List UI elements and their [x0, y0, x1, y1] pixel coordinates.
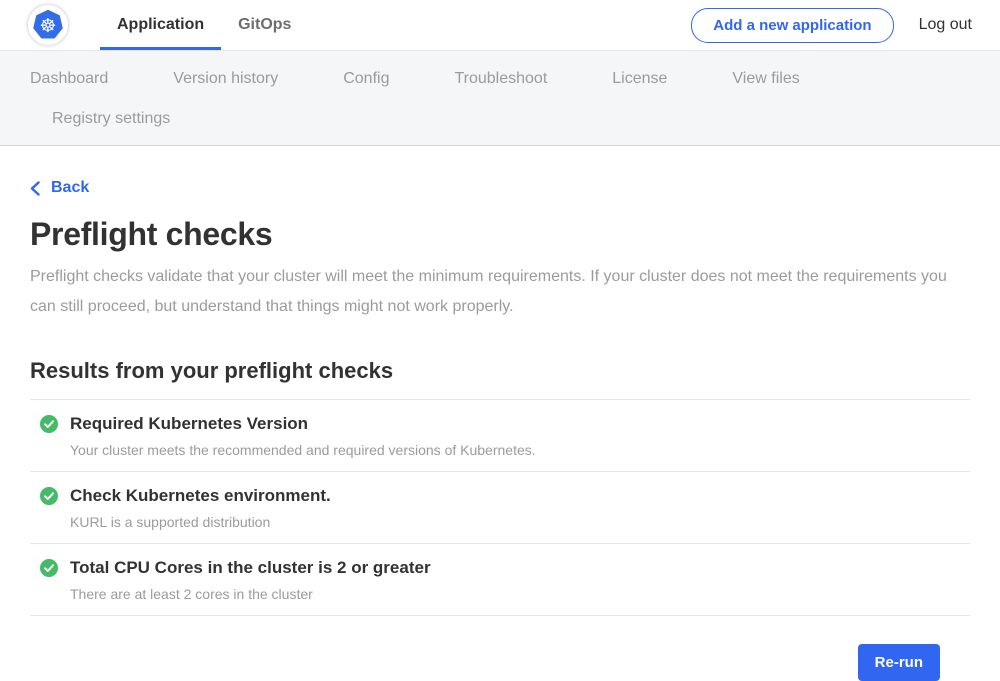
footer-actions: Re-run [30, 616, 970, 681]
check-title: Total CPU Cores in the cluster is 2 or g… [70, 558, 431, 578]
back-link[interactable]: Back [30, 179, 89, 197]
subnav-row-2: Registry settings [30, 105, 970, 133]
back-label: Back [51, 179, 89, 197]
check-content: Total CPU Cores in the cluster is 2 or g… [70, 558, 431, 602]
check-detail: KURL is a supported distribution [70, 514, 331, 530]
add-application-button[interactable]: Add a new application [691, 8, 893, 43]
tab-gitops[interactable]: GitOps [221, 0, 308, 50]
subnav-item-dashboard[interactable]: Dashboard [30, 70, 108, 88]
check-row: Check Kubernetes environment. KURL is a … [30, 472, 970, 544]
page-title: Preflight checks [30, 216, 970, 253]
subnav-item-config[interactable]: Config [343, 70, 389, 88]
chevron-left-icon [30, 181, 40, 196]
success-check-icon [40, 415, 58, 433]
kubernetes-logo-icon: ☸ [28, 5, 68, 45]
app-subnav: Dashboard Version history Config Trouble… [0, 50, 1000, 146]
check-title: Check Kubernetes environment. [70, 486, 331, 506]
primary-tabs: Application GitOps [100, 0, 308, 50]
svg-text:☸: ☸ [40, 15, 57, 37]
subnav-item-version-history[interactable]: Version history [173, 70, 278, 88]
check-content: Required Kubernetes Version Your cluster… [70, 414, 536, 458]
success-check-icon [40, 487, 58, 505]
subnav-item-license[interactable]: License [612, 70, 667, 88]
subnav-item-view-files[interactable]: View files [732, 70, 799, 88]
subnav-item-troubleshoot[interactable]: Troubleshoot [454, 70, 547, 88]
main-content: Back Preflight checks Preflight checks v… [0, 146, 1000, 681]
preflight-results-list: Required Kubernetes Version Your cluster… [30, 399, 970, 616]
subnav-item-registry-settings[interactable]: Registry settings [52, 110, 170, 128]
top-navbar: ☸ Application GitOps Add a new applicati… [0, 0, 1000, 50]
check-row: Total CPU Cores in the cluster is 2 or g… [30, 544, 970, 616]
check-detail: Your cluster meets the recommended and r… [70, 442, 536, 458]
check-title: Required Kubernetes Version [70, 414, 536, 434]
logout-button[interactable]: Log out [919, 16, 972, 34]
page-description: Preflight checks validate that your clus… [30, 262, 970, 322]
results-heading: Results from your preflight checks [30, 358, 970, 384]
subnav-row-1: Dashboard Version history Config Trouble… [30, 65, 970, 93]
check-content: Check Kubernetes environment. KURL is a … [70, 486, 331, 530]
check-row: Required Kubernetes Version Your cluster… [30, 400, 970, 472]
rerun-button[interactable]: Re-run [858, 644, 940, 681]
success-check-icon [40, 559, 58, 577]
tab-application[interactable]: Application [100, 0, 221, 50]
check-detail: There are at least 2 cores in the cluste… [70, 586, 431, 602]
